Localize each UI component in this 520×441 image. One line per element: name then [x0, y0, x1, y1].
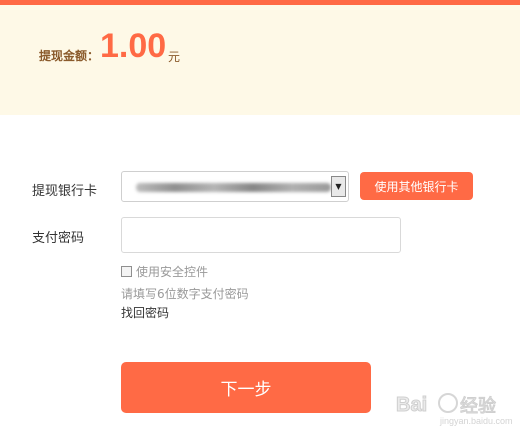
watermark-logo: Bai — [395, 394, 428, 417]
chevron-down-icon[interactable]: ▼ — [331, 176, 346, 197]
payment-password-label: 支付密码 — [32, 231, 85, 246]
watermark-name: 经验 — [460, 396, 497, 418]
baidu-jingyan-watermark: Bai 经验 jingyan.baidu.com — [395, 390, 516, 430]
security-control-checkbox[interactable] — [121, 266, 132, 277]
masked-card-number — [136, 183, 331, 192]
amount-unit: 元 — [168, 50, 181, 64]
withdraw-summary: 提现金额： 1.00 元 — [0, 5, 520, 115]
security-control-option[interactable]: 使用安全控件 — [121, 263, 208, 280]
password-hint: 请填写6位数字支付密码 — [121, 287, 249, 301]
bank-card-select[interactable]: ▼ — [121, 171, 349, 202]
bank-card-label: 提现银行卡 — [32, 184, 98, 199]
watermark-url: jingyan.baidu.com — [440, 416, 513, 426]
use-other-bank-card-button[interactable]: 使用其他银行卡 — [360, 172, 473, 200]
forgot-password-link[interactable]: 找回密码 — [121, 304, 169, 321]
payment-password-input[interactable] — [121, 217, 401, 253]
amount-value: 1.00 — [100, 27, 167, 65]
amount-label: 提现金额： — [39, 49, 100, 63]
paw-icon — [438, 393, 458, 413]
next-step-button[interactable]: 下一步 — [121, 362, 371, 413]
security-control-label: 使用安全控件 — [136, 265, 209, 279]
withdraw-page: 提现金额： 1.00 元 提现银行卡 ▼ 使用其他银行卡 支付密码 使用安全控件… — [0, 0, 520, 441]
